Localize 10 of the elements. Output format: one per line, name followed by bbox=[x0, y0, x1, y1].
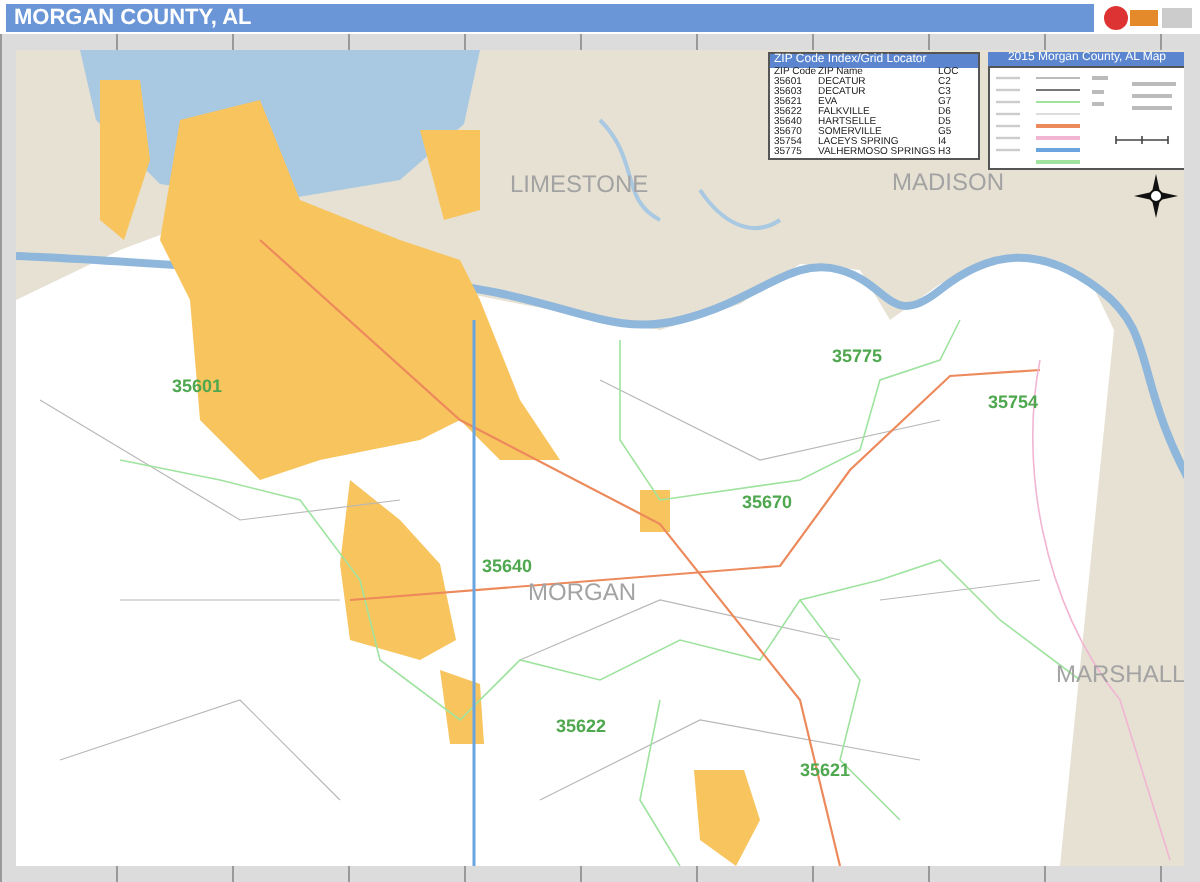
county-label: MORGAN bbox=[528, 578, 636, 606]
county-label: MADISON bbox=[892, 168, 1005, 196]
compass-icon bbox=[1134, 174, 1178, 218]
zip-code-label: 35640 bbox=[482, 556, 533, 576]
zip-code-label: 35754 bbox=[988, 392, 1039, 412]
zip-code-label: 35670 bbox=[742, 492, 793, 512]
zip-code-label: 35622 bbox=[556, 716, 607, 736]
map-title: MORGAN COUNTY, AL bbox=[14, 6, 252, 30]
logo-icon bbox=[1102, 4, 1194, 32]
zip-code-label: 35775 bbox=[832, 346, 883, 366]
